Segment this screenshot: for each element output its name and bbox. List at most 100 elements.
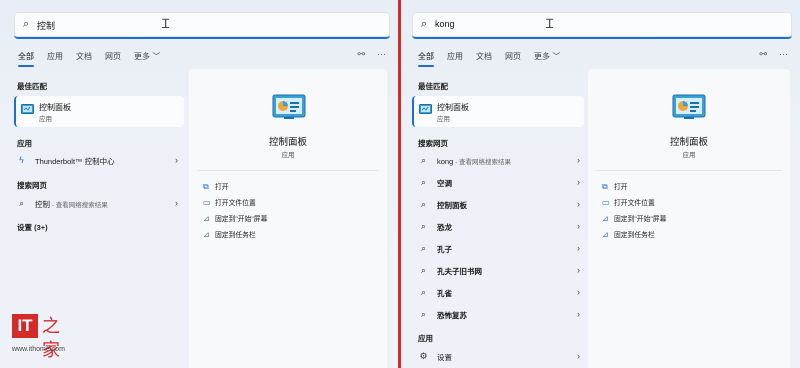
action-open[interactable]: ⧉ 打开 (203, 181, 229, 192)
list-item-label: 孔雀 (437, 289, 452, 298)
action-open-file-location[interactable]: ▭ 打开文件位置 (602, 197, 655, 207)
list-item-label: Thunderbolt™ 控制中心 (35, 157, 115, 166)
thunderbolt-icon: ϟ (19, 155, 24, 165)
list-item-sublabel: - 查看网络搜索结果 (50, 202, 108, 209)
best-match-item[interactable]: 控制面板 应用 (412, 96, 584, 127)
section-apps: 应用 (17, 139, 32, 148)
chevron-right-icon[interactable]: › (577, 177, 580, 187)
list-item-label: 控制面板 (437, 201, 467, 210)
list-item[interactable]: ϟ Thunderbolt™ 控制中心 › (16, 152, 178, 170)
chevron-right-icon[interactable]: › (577, 221, 580, 231)
preview-subtitle: 应用 (682, 152, 696, 159)
list-item[interactable]: ⌕ 控制面板 › (418, 196, 580, 214)
chevron-right-icon[interactable]: › (175, 155, 178, 165)
list-item[interactable]: ⌕ 空调 › (418, 174, 580, 192)
pin-icon: ⊿ (602, 230, 609, 239)
search-icon: ⌕ (420, 265, 427, 275)
folder-icon: ▭ (203, 198, 211, 207)
list-item-label: 恐龙 (437, 223, 452, 232)
filter-tabs: 全部 应用 文档 网页 更多 ﹀ (18, 51, 160, 67)
search-query: 控制 (37, 21, 56, 31)
list-item[interactable]: ⌕ 恐龙 › (418, 218, 580, 236)
pin-icon: ⊿ (203, 230, 210, 239)
folder-icon: ▭ (602, 198, 610, 207)
pin-icon: ⊿ (203, 214, 210, 223)
chevron-right-icon[interactable]: › (175, 198, 178, 208)
chevron-right-icon[interactable]: › (577, 199, 580, 209)
search-box[interactable]: ⌕ 控制 Ɪ (14, 12, 390, 39)
watermark-url: www.ithome.com (12, 346, 65, 353)
tab-web[interactable]: 网页 (505, 51, 521, 62)
tab-more[interactable]: 更多 ﹀ (134, 51, 160, 62)
list-item-label: 恐怖复苏 (437, 311, 467, 320)
open-icon: ⧉ (203, 182, 209, 191)
tab-apps[interactable]: 应用 (47, 51, 63, 62)
best-match-title: 控制面板 (437, 103, 469, 112)
tab-more[interactable]: 更多 ﹀ (534, 51, 560, 62)
filter-tabs: 全部 应用 文档 网页 更多 ﹀ (418, 51, 560, 67)
search-icon: ⌕ (420, 287, 427, 297)
action-pin-to-taskbar[interactable]: ⊿ 固定到任务栏 (602, 229, 655, 239)
preview-title: 控制面板 (669, 137, 708, 148)
list-item[interactable]: ⌕ 孔子 › (418, 240, 580, 258)
best-match-item[interactable]: 控制面板 应用 (14, 96, 184, 127)
ithome-watermark: IT 之家 www.ithome.com (12, 314, 65, 364)
section-best-match: 最佳匹配 (17, 82, 47, 91)
action-pin-to-start[interactable]: ⊿ 固定到"开始"屏幕 (203, 213, 267, 223)
share-icon[interactable]: ⚯ (759, 49, 767, 60)
section-web-search: 搜索网页 (418, 139, 448, 148)
control-panel-large-icon (672, 94, 706, 119)
action-open-file-location[interactable]: ▭ 打开文件位置 (203, 197, 256, 207)
best-match-title: 控制面板 (39, 103, 71, 112)
chevron-right-icon[interactable]: › (577, 287, 580, 297)
tab-apps[interactable]: 应用 (447, 51, 463, 62)
chevron-right-icon[interactable]: › (577, 351, 580, 361)
control-panel-icon (419, 104, 432, 114)
section-best-match: 最佳匹配 (418, 82, 448, 91)
comparison-divider (398, 0, 401, 368)
chevron-right-icon[interactable]: › (577, 265, 580, 275)
share-icon[interactable]: ⚯ (357, 49, 365, 60)
tab-all[interactable]: 全部 (18, 51, 34, 67)
tab-web[interactable]: 网页 (105, 51, 121, 62)
more-options-icon[interactable]: ··· (779, 49, 788, 60)
preview-pane: 控制面板 应用 ⧉ 打开 ▭ 打开文件位置 ⊿ 固定到"开始"屏幕 ⊿ 固定到任务栏 (588, 69, 790, 368)
tab-documents[interactable]: 文档 (76, 51, 92, 62)
chevron-right-icon[interactable]: › (577, 155, 580, 165)
chevron-right-icon[interactable]: › (577, 243, 580, 253)
best-match-subtitle: 应用 (39, 116, 52, 123)
section-settings: 设置 (3+) (17, 223, 48, 232)
tab-all[interactable]: 全部 (418, 51, 434, 67)
search-icon: ⌕ (18, 198, 25, 208)
tab-documents[interactable]: 文档 (476, 51, 492, 62)
list-item-label: 空调 (437, 179, 452, 188)
right-search-panel: ⌕ kong Ɪ 全部 应用 文档 网页 更多 ﹀ ⚯ ··· 最佳匹配 控制面… (402, 0, 800, 368)
preview-title: 控制面板 (268, 137, 307, 148)
chevron-right-icon[interactable]: › (577, 309, 580, 319)
action-pin-to-start[interactable]: ⊿ 固定到"开始"屏幕 (602, 213, 666, 223)
list-item[interactable]: ⚙ 设置 › (418, 348, 580, 366)
list-item-label: 孔夫子旧书网 (437, 267, 482, 276)
action-open[interactable]: ⧉ 打开 (602, 181, 628, 192)
section-web-search: 搜索网页 (17, 181, 47, 190)
control-panel-large-icon (272, 94, 306, 119)
preview-pane: 控制面板 应用 ⧉ 打开 ▭ 打开文件位置 ⊿ 固定到"开始"屏幕 ⊿ 固定到任务栏 (189, 69, 387, 368)
text-cursor-icon: Ɪ (546, 17, 554, 32)
list-item[interactable]: ⌕ 控制 - 查看网络搜索结果 › (16, 195, 178, 213)
ithome-logo: IT (12, 314, 38, 338)
more-options-icon[interactable]: ··· (377, 49, 386, 60)
pin-icon: ⊿ (602, 214, 609, 223)
left-search-panel: ⌕ 控制 Ɪ 全部 应用 文档 网页 更多 ﹀ ⚯ ··· 最佳匹配 控制面板 … (0, 0, 398, 368)
list-item[interactable]: ⌕ 孔雀 › (418, 284, 580, 302)
search-icon: ⌕ (420, 155, 427, 165)
search-box[interactable]: ⌕ kong Ɪ (412, 12, 792, 39)
list-item-label: kong (437, 157, 454, 166)
list-item[interactable]: ⌕ 孔夫子旧书网 › (418, 262, 580, 280)
list-item-label: 设置 (437, 353, 452, 362)
list-item[interactable]: ⌕ kong - 查看网络搜索结果 › (418, 152, 580, 170)
action-pin-to-taskbar[interactable]: ⊿ 固定到任务栏 (203, 229, 256, 239)
list-item[interactable]: ⌕ 恐怖复苏 › (418, 306, 580, 324)
search-query: kong (435, 19, 455, 29)
divider (596, 170, 782, 171)
open-icon: ⧉ (602, 182, 608, 191)
